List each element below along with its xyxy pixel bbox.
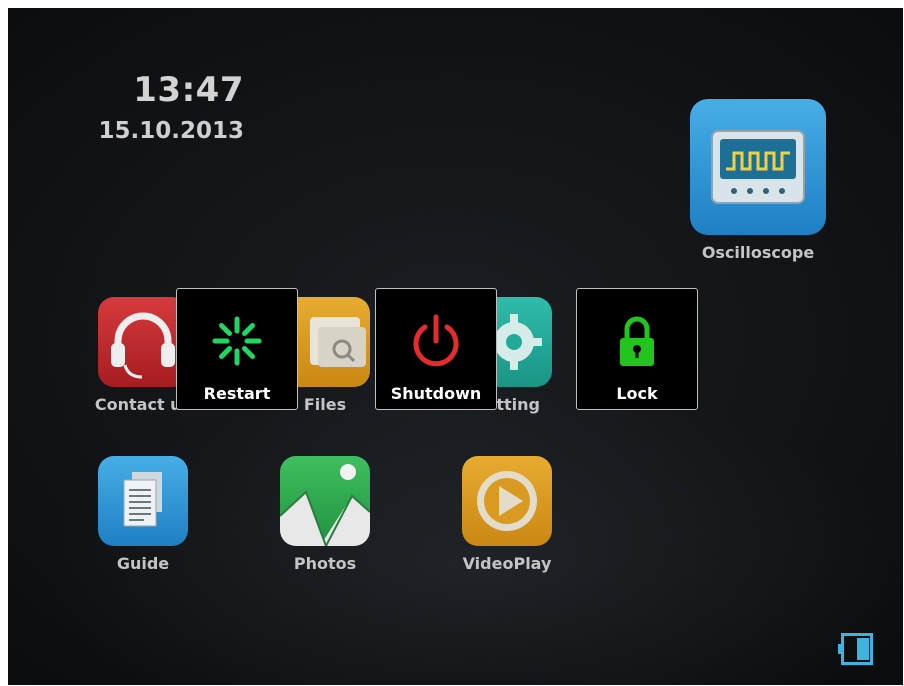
play-icon [462, 456, 552, 546]
power-icon [413, 314, 459, 367]
restart-label: Restart [203, 384, 271, 403]
document-icon [98, 456, 188, 546]
clock-time: 13:47 [133, 70, 244, 110]
lock-label: Lock [616, 384, 658, 403]
app-label-videoplay: VideoPlay [462, 554, 552, 573]
photo-icon [280, 456, 370, 546]
headset-icon [98, 297, 188, 387]
clock-date: 15.10.2013 [98, 118, 244, 144]
app-label-guide: Guide [116, 554, 170, 573]
lock-button[interactable]: Lock [576, 288, 698, 410]
app-label-oscilloscope: Oscilloscope [701, 243, 815, 262]
shutdown-label: Shutdown [390, 384, 482, 403]
oscilloscope-icon [690, 99, 826, 235]
shutdown-button[interactable]: Shutdown [375, 288, 497, 410]
battery-icon [838, 633, 873, 665]
home-screen: 13:47 15.10.2013 Oscilloscope Contact us [8, 8, 903, 685]
restart-button[interactable]: Restart [176, 288, 298, 410]
padlock-icon [620, 316, 654, 366]
app-label-photos: Photos [293, 554, 357, 573]
spinner-icon [212, 316, 262, 366]
